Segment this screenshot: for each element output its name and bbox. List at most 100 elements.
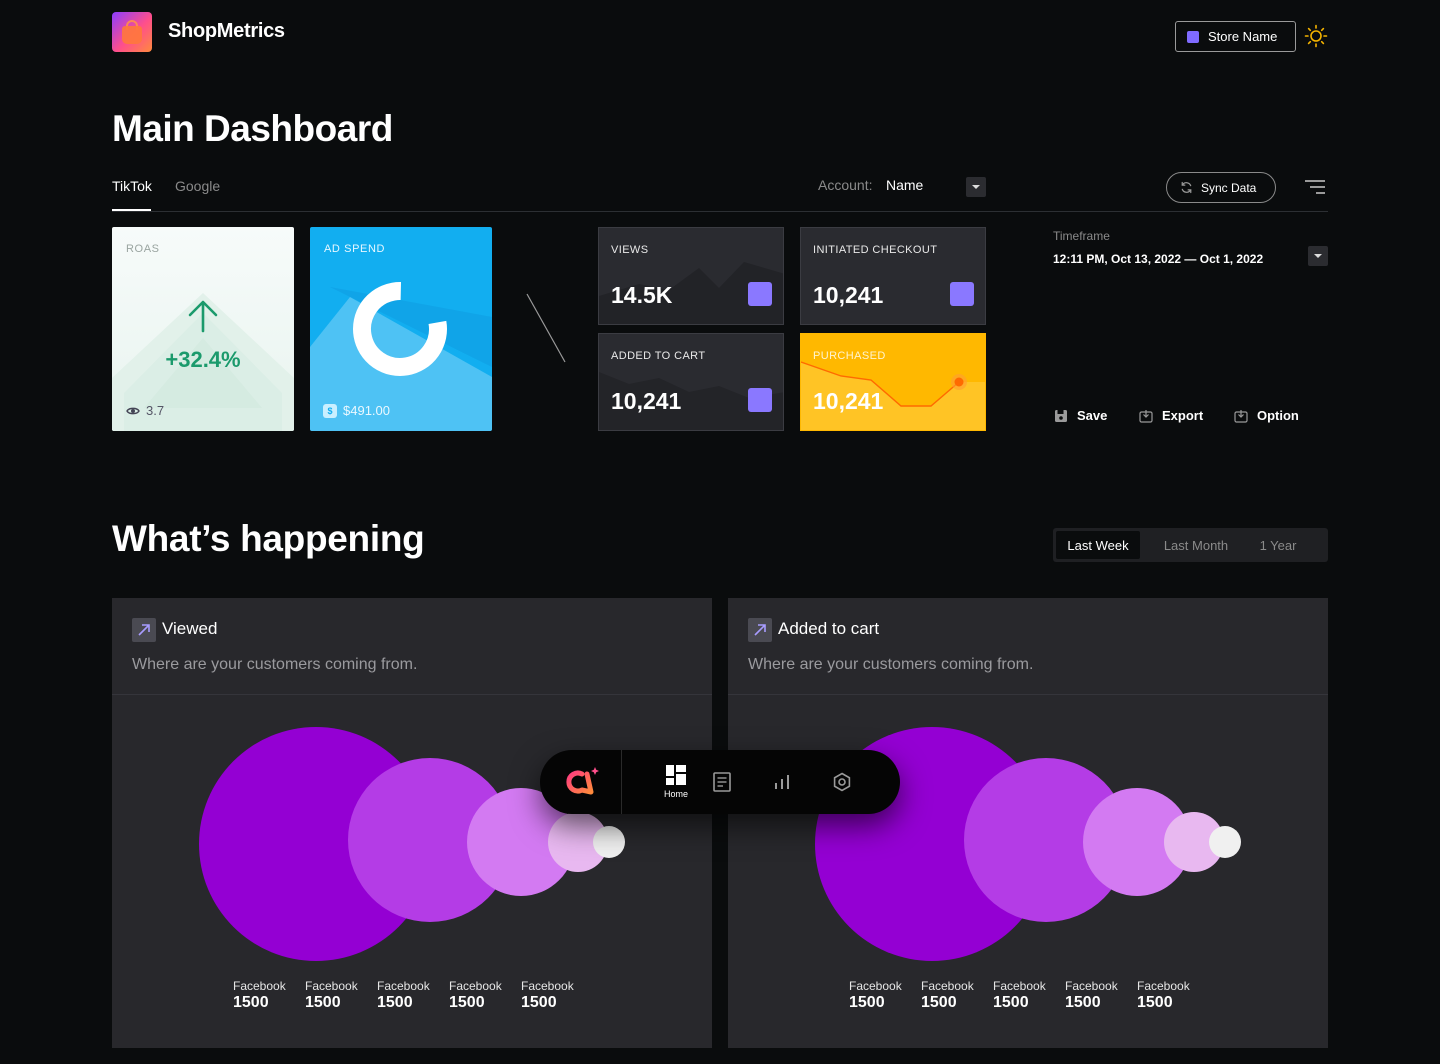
legend-item: Facebook 1500 <box>449 979 502 1011</box>
legend-item: Facebook 1500 <box>849 979 902 1011</box>
divider-slash <box>526 293 566 363</box>
save-icon <box>1055 409 1067 422</box>
roas-value: +32.4% <box>165 347 241 372</box>
timeframe-label: Timeframe <box>1053 229 1110 243</box>
purchased-value: 10,241 <box>813 388 884 414</box>
added-to-cart-card[interactable]: ADDED TO CART 10,241 <box>598 333 784 431</box>
purchased-sparkline <box>801 361 985 430</box>
home-icon <box>666 765 686 785</box>
option-button[interactable]: Option <box>1234 408 1299 423</box>
legend-item: Facebook 1500 <box>521 979 574 1011</box>
viewed-panel: Viewed Where are your customers coming f… <box>112 598 712 1048</box>
tab-google[interactable]: Google <box>175 178 220 194</box>
save-label: Save <box>1077 408 1108 423</box>
eye-icon <box>126 407 140 414</box>
page-title: Main Dashboard <box>112 108 393 149</box>
added-to-cart-color-button[interactable] <box>748 388 772 412</box>
legend-item: Facebook 1500 <box>1065 979 1118 1011</box>
export-button[interactable]: Export <box>1139 408 1203 423</box>
period-selector: Last Week Last Month 1 Year <box>1053 528 1328 562</box>
legend-item: Facebook 1500 <box>233 979 286 1011</box>
initiated-checkout-card[interactable]: INITIATED CHECKOUT 10,241 <box>800 227 986 325</box>
brand-name: ShopMetrics <box>168 20 285 42</box>
roas-card[interactable]: ROAS +32.4% 3.7 <box>112 227 294 431</box>
cart-sparkline-area <box>599 372 783 430</box>
legend-item: Facebook 1500 <box>993 979 1046 1011</box>
bubble-chart <box>815 727 1241 961</box>
purchased-label: PURCHASED <box>813 350 886 362</box>
dollar-icon: $ <box>323 403 337 418</box>
filter-icon[interactable] <box>1305 180 1325 194</box>
timeframe-value[interactable]: 12:11 PM, Oct 13, 2022 — Oct 1, 2022 <box>1053 252 1263 266</box>
added-to-cart-panel: Added to cart Where are your customers c… <box>728 598 1328 1048</box>
ad-spend-donut <box>353 282 447 376</box>
timeframe-dropdown-button[interactable] <box>1308 246 1328 266</box>
sync-data-button[interactable]: Sync Data <box>1166 172 1276 203</box>
added-to-cart-value: 10,241 <box>611 388 682 414</box>
initiated-checkout-label: INITIATED CHECKOUT <box>813 244 938 256</box>
sync-icon <box>1181 181 1192 194</box>
views-card[interactable]: VIEWS 14.5K <box>598 227 784 325</box>
account-dropdown-button[interactable] <box>966 177 986 197</box>
dock-home-button[interactable]: Home <box>658 750 694 814</box>
shopping-bag-icon <box>122 26 142 44</box>
legend-item: Facebook 1500 <box>921 979 974 1011</box>
settings-icon <box>833 772 851 792</box>
period-last-week[interactable]: Last Week <box>1056 531 1140 559</box>
purchased-card[interactable]: PURCHASED 10,241 <box>800 333 986 431</box>
ad-spend-card[interactable]: AD SPEND $ $491.00 <box>310 227 492 431</box>
views-color-button[interactable] <box>748 282 772 306</box>
panel-title: Viewed <box>162 619 218 638</box>
chevron-down-icon <box>972 185 980 189</box>
dock-home-label: Home <box>663 789 688 799</box>
roas-footer: 3.7 <box>126 403 164 418</box>
floating-dock: Home <box>540 750 900 814</box>
initiated-checkout-color-button[interactable] <box>950 282 974 306</box>
sun-icon[interactable] <box>1304 24 1328 48</box>
dock-separator <box>621 750 622 814</box>
views-value: 14.5K <box>611 282 673 308</box>
app-logo[interactable] <box>112 12 152 52</box>
document-icon <box>713 772 731 792</box>
bar-chart-icon <box>775 775 789 789</box>
account-name[interactable]: Name <box>886 177 923 193</box>
active-tab-indicator <box>112 209 151 211</box>
legend-item: Facebook 1500 <box>1137 979 1190 1011</box>
ad-spend-value: $491.00 <box>343 403 390 418</box>
store-color-icon <box>1187 30 1199 43</box>
panel-subtitle: Where are your customers coming from. <box>132 656 418 673</box>
bubble-chart <box>199 727 625 961</box>
chevron-down-icon <box>1314 254 1322 258</box>
source-legend: Facebook 1500 Facebook 1500 Facebook 1500 F… <box>233 979 593 1012</box>
export-label: Export <box>1162 408 1204 423</box>
save-button[interactable]: Save <box>1054 408 1107 423</box>
option-label: Option <box>1257 408 1299 423</box>
tab-tiktok[interactable]: TikTok <box>112 178 152 194</box>
added-to-cart-label: ADDED TO CART <box>611 350 706 362</box>
period-1-year[interactable]: 1 Year <box>1252 531 1304 559</box>
panel-subtitle: Where are your customers coming from. <box>748 656 1034 673</box>
dock-reports-button[interactable] <box>710 750 734 814</box>
arrow-up-right-icon[interactable] <box>132 618 156 642</box>
account-label: Account: <box>818 177 873 193</box>
arrow-up-right-icon[interactable] <box>748 618 772 642</box>
initiated-checkout-value: 10,241 <box>813 282 884 308</box>
bubble[interactable] <box>1209 826 1241 858</box>
bubble[interactable] <box>593 826 625 858</box>
dock-analytics-button[interactable] <box>770 750 794 814</box>
ad-spend-label: AD SPEND <box>324 243 386 255</box>
legend-item: Facebook 1500 <box>377 979 430 1011</box>
roas-footer-value: 3.7 <box>146 403 165 418</box>
views-sparkline-area <box>599 262 783 324</box>
dock-settings-button[interactable] <box>830 750 854 814</box>
arrow-up-icon <box>188 300 218 333</box>
period-last-month[interactable]: Last Month <box>1140 531 1252 559</box>
section-title: What’s happening <box>112 518 425 559</box>
legend-item: Facebook 1500 <box>305 979 358 1011</box>
panel-title: Added to cart <box>778 619 880 638</box>
app-logo-icon[interactable] <box>560 764 602 800</box>
store-selector-button[interactable]: Store Name <box>1175 21 1296 52</box>
store-name-label: Store Name <box>1208 29 1278 44</box>
views-label: VIEWS <box>611 244 649 256</box>
ad-spend-footer: $ $491.00 <box>323 403 390 418</box>
